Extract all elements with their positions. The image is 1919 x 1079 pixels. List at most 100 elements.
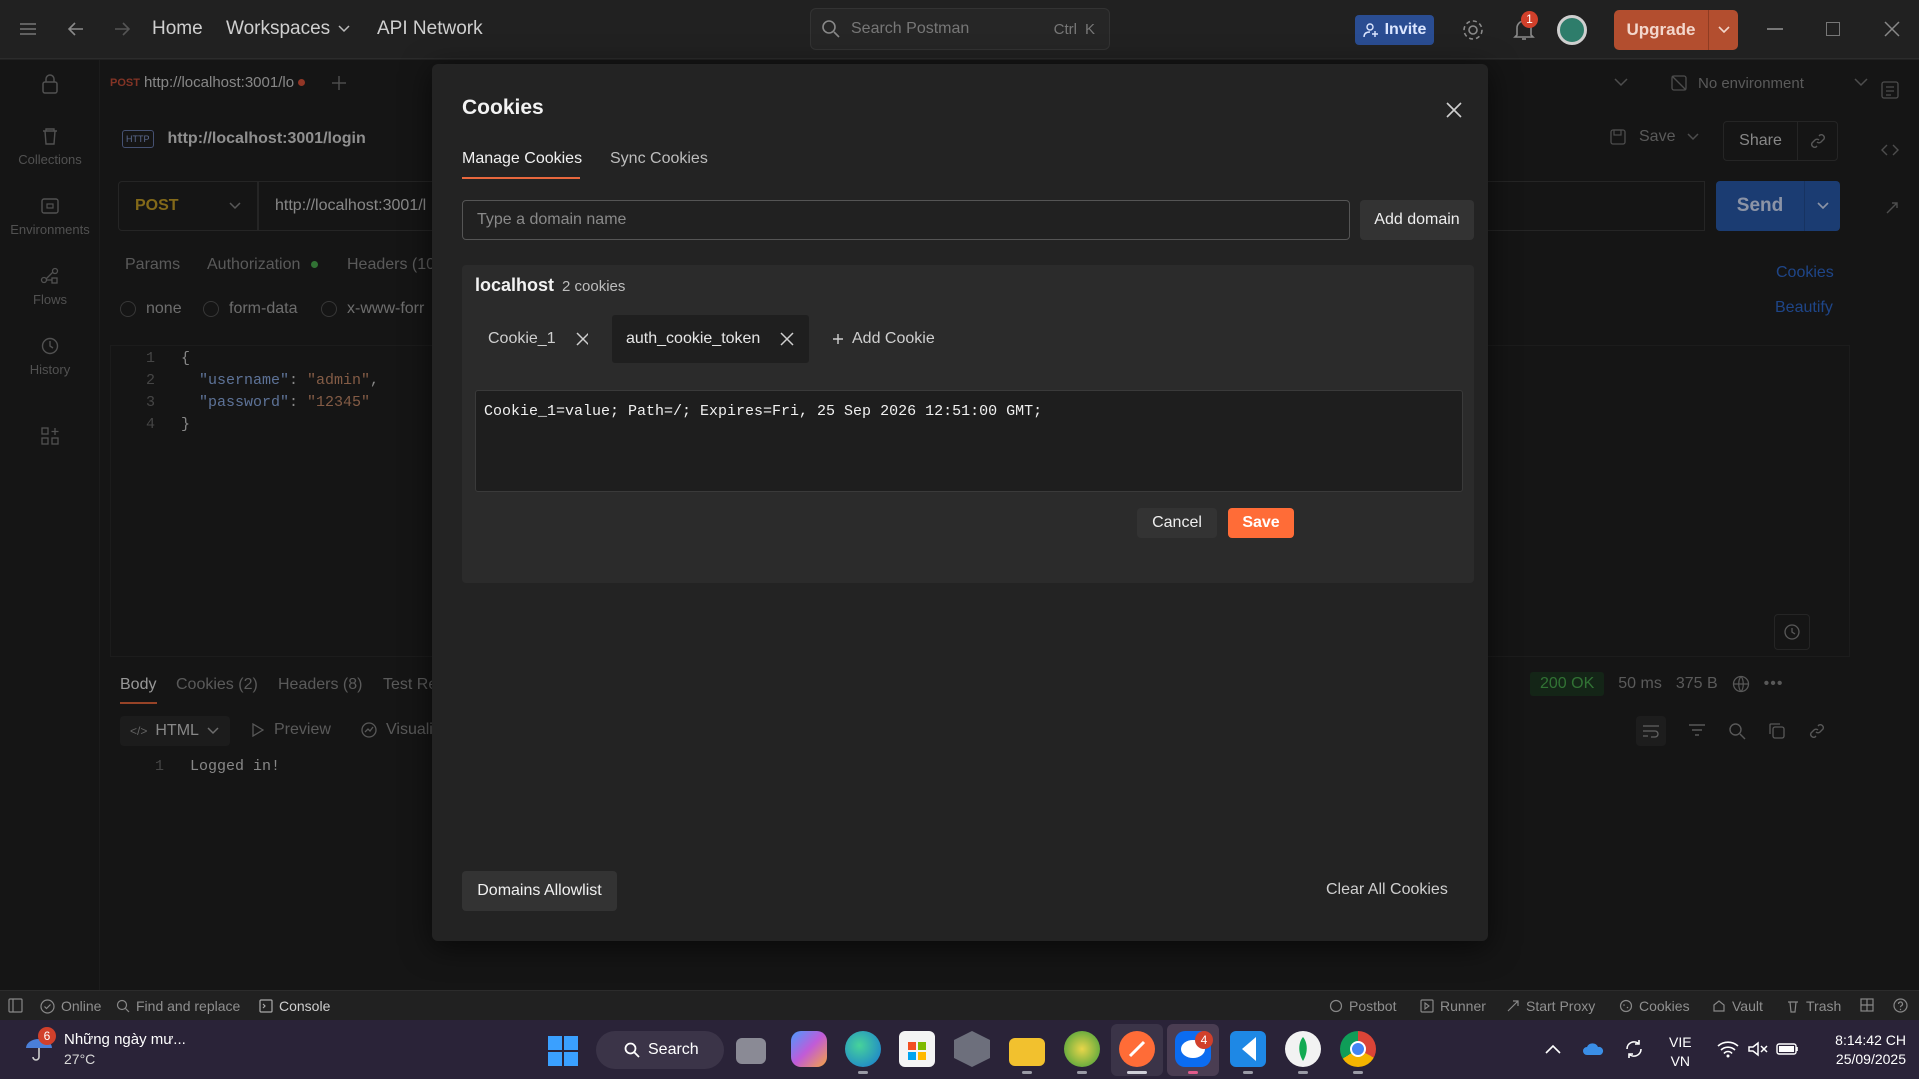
- postman-icon[interactable]: [1119, 1031, 1155, 1067]
- running-indicator: [858, 1071, 868, 1074]
- runner-button[interactable]: Runner: [1420, 998, 1486, 1014]
- online-status[interactable]: Online: [40, 998, 101, 1014]
- cookies-modal: Cookies Manage Cookies Sync Cookies Add …: [432, 64, 1488, 941]
- settings-gear-icon[interactable]: [1461, 18, 1485, 42]
- cookie-count: 2 cookies: [562, 278, 626, 295]
- chevron-down-icon[interactable]: [1708, 10, 1738, 50]
- upgrade-label: Upgrade: [1626, 20, 1696, 39]
- sync-icon[interactable]: [1623, 1038, 1645, 1060]
- proxy-icon: [1507, 1000, 1519, 1012]
- chevron-down-icon: [338, 25, 350, 33]
- plus-icon: [833, 334, 843, 344]
- taskbar-search[interactable]: Search: [596, 1031, 724, 1069]
- trash-label: Trash: [1806, 998, 1842, 1014]
- help-icon[interactable]: [1893, 998, 1908, 1013]
- weather-temp: 27°C: [64, 1051, 96, 1067]
- search-icon: [116, 999, 130, 1013]
- edge-browser-icon[interactable]: [845, 1031, 881, 1067]
- cookie-chip-label: Cookie_1: [488, 330, 556, 347]
- find-replace-label: Find and replace: [136, 998, 241, 1014]
- search-icon: [624, 1042, 640, 1058]
- status-bar: Online Find and replace Console Postbot …: [0, 990, 1919, 1020]
- zalo-badge: 4: [1195, 1031, 1213, 1049]
- minimize-icon[interactable]: [1767, 28, 1783, 30]
- tab-manage-cookies[interactable]: Manage Cookies: [462, 150, 582, 168]
- upgrade-button[interactable]: Upgrade: [1614, 10, 1738, 50]
- notification-badge: 1: [1521, 11, 1538, 28]
- chameleon-app-icon[interactable]: [1064, 1031, 1100, 1067]
- running-indicator: [1298, 1071, 1308, 1074]
- battery-icon[interactable]: [1776, 1041, 1800, 1057]
- close-icon[interactable]: [1438, 94, 1470, 126]
- add-domain-button[interactable]: Add domain: [1360, 200, 1474, 240]
- tab-sync-cookies[interactable]: Sync Cookies: [610, 150, 708, 168]
- menu-icon[interactable]: [18, 20, 38, 38]
- layout-icon[interactable]: [1860, 998, 1874, 1012]
- lang-top: VIE: [1669, 1034, 1692, 1050]
- task-view-icon[interactable]: [736, 1038, 766, 1064]
- find-replace[interactable]: Find and replace: [116, 998, 240, 1014]
- onedrive-cloud-icon[interactable]: [1583, 1042, 1605, 1056]
- vault-button[interactable]: Vault: [1712, 998, 1763, 1014]
- windows-start-icon[interactable]: [548, 1036, 578, 1066]
- copilot-icon[interactable]: [791, 1031, 827, 1067]
- close-window-icon[interactable]: [1883, 20, 1901, 38]
- cookie-icon: [1619, 999, 1633, 1013]
- start-proxy-label: Start Proxy: [1526, 998, 1596, 1014]
- postbot-button[interactable]: Postbot: [1329, 998, 1396, 1014]
- invite-button[interactable]: Invite: [1355, 15, 1434, 45]
- forward-arrow-icon[interactable]: [112, 19, 132, 39]
- vscode-icon[interactable]: [1230, 1031, 1266, 1067]
- search-placeholder: Search Postman: [851, 20, 970, 37]
- nav-home[interactable]: Home: [152, 18, 203, 40]
- running-indicator: [1022, 1071, 1032, 1074]
- check-circle-icon: [40, 998, 55, 1014]
- add-cookie-button[interactable]: Add Cookie: [832, 325, 935, 353]
- show-hidden-icons-chevron-icon[interactable]: [1545, 1044, 1561, 1054]
- domains-allowlist-button[interactable]: Domains Allowlist: [462, 871, 617, 911]
- console-button[interactable]: Console: [259, 998, 330, 1014]
- add-cookie-label: Add Cookie: [852, 330, 935, 347]
- runner-label: Runner: [1440, 998, 1486, 1014]
- cookie-chip-selected[interactable]: auth_cookie_token: [612, 315, 809, 363]
- mongodb-compass-icon[interactable]: [1285, 1031, 1321, 1067]
- domain-card: localhost 2 cookies Cookie_1 auth_cookie…: [462, 265, 1474, 583]
- cookies-button[interactable]: Cookies: [1619, 998, 1690, 1014]
- cookies-label: Cookies: [1639, 998, 1690, 1014]
- nav-api-network[interactable]: API Network: [377, 18, 483, 40]
- avatar[interactable]: [1557, 15, 1587, 45]
- maximize-icon[interactable]: [1826, 22, 1840, 36]
- file-explorer-icon[interactable]: [1009, 1038, 1045, 1066]
- wifi-icon[interactable]: [1717, 1040, 1739, 1058]
- search-icon: [822, 20, 840, 38]
- nav-workspaces[interactable]: Workspaces: [226, 18, 350, 40]
- running-indicator: [1188, 1071, 1198, 1074]
- trash-button[interactable]: Trash: [1786, 998, 1841, 1014]
- shortcut-ctrl: Ctrl: [1053, 20, 1077, 38]
- domain-name-input[interactable]: [462, 200, 1350, 240]
- start-proxy-button[interactable]: Start Proxy: [1506, 998, 1595, 1014]
- weather-title[interactable]: Những ngày mư...: [64, 1031, 186, 1048]
- chrome-icon[interactable]: [1340, 1031, 1376, 1067]
- cookie-value-editor[interactable]: Cookie_1=value; Path=/; Expires=Fri, 25 …: [475, 390, 1463, 492]
- lang-bottom: VN: [1670, 1053, 1691, 1069]
- clear-all-cookies-button[interactable]: Clear All Cookies: [1326, 881, 1448, 899]
- back-arrow-icon[interactable]: [66, 19, 86, 39]
- cookie-chip[interactable]: Cookie_1: [474, 315, 602, 363]
- input-language[interactable]: VIE VN: [1669, 1033, 1692, 1071]
- global-search[interactable]: Search Postman Ctrl K: [810, 8, 1110, 50]
- taskbar-search-label: Search: [648, 1041, 699, 1058]
- clock-time: 8:14:42 CH: [1835, 1032, 1906, 1048]
- microsoft-store-icon[interactable]: [899, 1031, 935, 1067]
- active-tab-indicator: [462, 177, 580, 179]
- shortcut-k: K: [1084, 20, 1095, 38]
- volume-muted-icon[interactable]: [1747, 1040, 1769, 1058]
- close-icon[interactable]: [780, 332, 794, 346]
- clock[interactable]: 8:14:42 CH 25/09/2025: [1818, 1031, 1906, 1069]
- toggle-sidebar-icon[interactable]: [8, 998, 23, 1013]
- cancel-button[interactable]: Cancel: [1137, 508, 1217, 538]
- save-button[interactable]: Save: [1228, 508, 1294, 538]
- running-indicator: [1353, 1071, 1363, 1074]
- clock-date: 25/09/2025: [1835, 1051, 1906, 1067]
- close-icon[interactable]: [576, 332, 588, 346]
